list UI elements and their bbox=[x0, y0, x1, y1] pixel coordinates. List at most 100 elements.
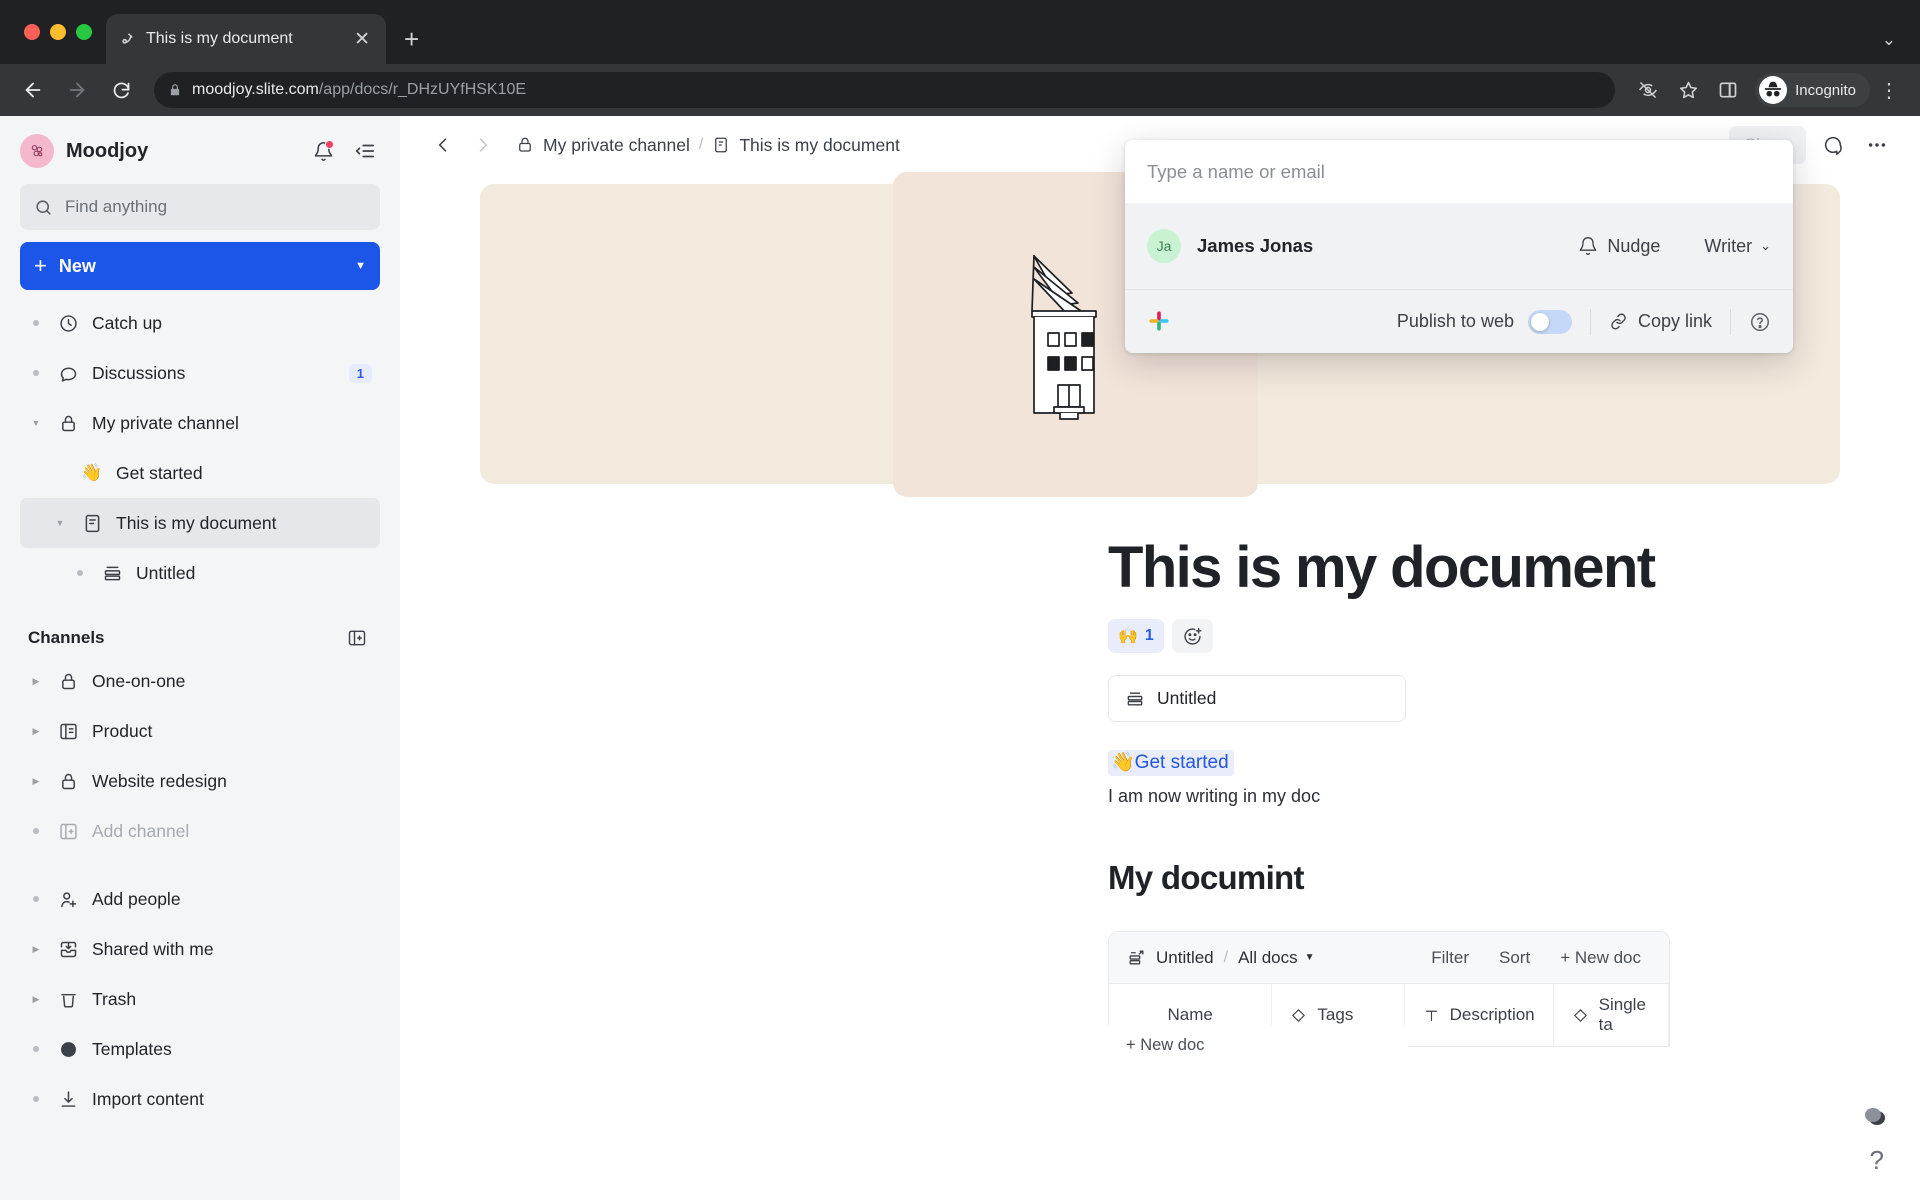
channels-section-title: Channels bbox=[28, 628, 105, 647]
sidebar-item-product[interactable]: ▶ Product bbox=[20, 706, 380, 756]
publish-to-web-toggle[interactable] bbox=[1527, 309, 1572, 334]
bullet-dot bbox=[28, 1096, 44, 1102]
page-title[interactable]: This is my document bbox=[1108, 534, 1920, 601]
sidebar-item-get-started[interactable]: 👋 Get started bbox=[20, 448, 380, 498]
role-dropdown[interactable]: Writer ⌄ bbox=[1704, 236, 1771, 257]
twisty-expanded-icon[interactable]: ▼ bbox=[28, 418, 44, 428]
new-tab-button[interactable]: + bbox=[404, 26, 419, 52]
sidebar-nav-list: Catch up Discussions 1 ▼ My private channel 👋… bbox=[20, 298, 380, 598]
download-icon bbox=[56, 1089, 80, 1110]
lock-icon bbox=[168, 83, 182, 97]
embedded-collection-chip[interactable]: Untitled bbox=[1108, 675, 1406, 722]
address-bar[interactable]: moodjoy.slite.com/app/docs/r_DHzUYfHSK10… bbox=[154, 72, 1616, 108]
collection-open-icon[interactable] bbox=[1127, 948, 1146, 967]
new-doc-button[interactable]: + New doc bbox=[1550, 948, 1651, 968]
collection-view-selector[interactable]: All docs ▼ bbox=[1238, 948, 1314, 968]
lock-icon bbox=[56, 771, 80, 792]
sidebar-item-import-content[interactable]: Import content bbox=[20, 1074, 380, 1124]
collapse-sidebar-icon[interactable] bbox=[350, 136, 380, 166]
eye-slash-icon[interactable] bbox=[1629, 71, 1667, 109]
nudge-button[interactable]: Nudge bbox=[1578, 236, 1660, 257]
search-icon bbox=[34, 198, 53, 217]
sidebar-item-discussions[interactable]: Discussions 1 bbox=[20, 348, 380, 398]
document-body: This is my document 🙌 1 Untitled 👋Get st… bbox=[400, 534, 1920, 1087]
twisty-collapsed-icon[interactable]: ▶ bbox=[28, 676, 44, 687]
kebab-menu-icon[interactable]: ⋮ bbox=[1872, 78, 1906, 103]
sort-button[interactable]: Sort bbox=[1489, 948, 1540, 968]
sidebar-item-label: Discussions bbox=[92, 362, 186, 383]
twisty-collapsed-icon[interactable]: ▶ bbox=[28, 944, 44, 955]
copy-link-button[interactable]: Copy link bbox=[1609, 311, 1712, 332]
sidebar-item-catch-up[interactable]: Catch up bbox=[20, 298, 380, 348]
reload-icon[interactable] bbox=[102, 71, 140, 109]
browser-tab[interactable]: This is my document ✕ bbox=[106, 14, 386, 64]
workspace-header: Moodjoy bbox=[20, 116, 380, 178]
sidebar-item-my-private-channel[interactable]: ▼ My private channel bbox=[20, 398, 380, 448]
sidebar-item-website-redesign[interactable]: ▶ Website redesign bbox=[20, 756, 380, 806]
sidebar-item-one-on-one[interactable]: ▶ One-on-one bbox=[20, 656, 380, 706]
browser-tab-title: This is my document bbox=[146, 30, 293, 47]
sidebar-item-label: Website redesign bbox=[92, 770, 227, 791]
reactions-bar: 🙌 1 bbox=[1108, 619, 1920, 653]
column-label: Name bbox=[1167, 1005, 1213, 1024]
arrow-left-icon[interactable] bbox=[14, 71, 52, 109]
sidebar-item-this-is-my-document[interactable]: ▼ This is my document bbox=[20, 498, 380, 548]
more-horizontal-icon[interactable] bbox=[1860, 128, 1894, 162]
sidebar-item-templates[interactable]: Templates bbox=[20, 1024, 380, 1074]
slack-icon[interactable] bbox=[1147, 309, 1173, 335]
internal-doc-link[interactable]: 👋Get started bbox=[1108, 750, 1234, 776]
building-sketch-illustration bbox=[1010, 247, 1140, 422]
sidebar-item-label: This is my document bbox=[116, 512, 277, 533]
twisty-collapsed-icon[interactable]: ▶ bbox=[28, 994, 44, 1005]
twisty-expanded-icon[interactable]: ▼ bbox=[52, 518, 68, 528]
comment-icon[interactable] bbox=[1816, 128, 1850, 162]
sidebar-item-add-people[interactable]: Add people bbox=[20, 874, 380, 924]
close-icon[interactable]: ✕ bbox=[350, 28, 374, 51]
minimize-window-button[interactable] bbox=[50, 24, 66, 40]
reaction-chip[interactable]: 🙌 1 bbox=[1108, 619, 1164, 653]
side-panel-icon[interactable] bbox=[1709, 71, 1747, 109]
unread-badge: 1 bbox=[348, 363, 372, 383]
document-heading-2[interactable]: My documint bbox=[1108, 859, 1920, 897]
collection-name[interactable]: Untitled bbox=[1156, 948, 1214, 968]
profile-incognito-button[interactable]: Incognito bbox=[1755, 73, 1870, 107]
workspace-name: Moodjoy bbox=[66, 139, 149, 162]
sidebar-item-trash[interactable]: ▶ Trash bbox=[20, 974, 380, 1024]
bell-icon[interactable] bbox=[308, 136, 338, 166]
feedback-bubble-icon[interactable] bbox=[1862, 1106, 1888, 1128]
breadcrumb-separator: / bbox=[698, 136, 704, 153]
moodjoy-logo[interactable] bbox=[20, 134, 54, 168]
twisty-collapsed-icon[interactable]: ▶ bbox=[28, 776, 44, 787]
document-paragraph[interactable]: I am now writing in my doc bbox=[1108, 786, 1920, 807]
toolbar-right-icons: Incognito ⋮ bbox=[1629, 71, 1906, 109]
sidebar-item-untitled[interactable]: Untitled bbox=[20, 548, 380, 598]
twisty-collapsed-icon[interactable]: ▶ bbox=[28, 726, 44, 737]
breadcrumb-document-label: This is my document bbox=[739, 134, 900, 155]
embedded-collection-label: Untitled bbox=[1157, 688, 1217, 708]
close-window-button[interactable] bbox=[24, 24, 40, 40]
browser-tabstrip: This is my document ✕ + ⌄ bbox=[0, 0, 1920, 64]
breadcrumb-item-channel[interactable]: My private channel bbox=[516, 135, 690, 156]
chevron-left-icon[interactable] bbox=[426, 128, 460, 162]
add-reaction-icon[interactable] bbox=[1171, 619, 1213, 653]
column-header-single-tag[interactable]: Single ta bbox=[1554, 984, 1669, 1046]
profile-label: Incognito bbox=[1795, 81, 1856, 99]
help-button[interactable]: ? bbox=[1870, 1145, 1884, 1176]
help-circle-icon[interactable] bbox=[1749, 311, 1771, 333]
sidebar-item-label: Shared with me bbox=[92, 938, 214, 959]
column-header-description[interactable]: Description bbox=[1405, 984, 1554, 1046]
maximize-window-button[interactable] bbox=[76, 24, 92, 40]
filter-button[interactable]: Filter bbox=[1421, 948, 1479, 968]
toggle-knob bbox=[1530, 312, 1549, 331]
add-channel-icon[interactable] bbox=[342, 623, 372, 653]
chevron-down-icon[interactable]: ▼ bbox=[355, 260, 366, 272]
sidebar-item-shared-with-me[interactable]: ▶ Shared with me bbox=[20, 924, 380, 974]
search-input[interactable]: Find anything bbox=[20, 184, 380, 230]
collection-new-doc-row[interactable]: + New doc bbox=[1108, 1025, 1408, 1065]
chevron-down-icon[interactable]: ⌄ bbox=[1882, 30, 1920, 64]
share-name-email-input[interactable]: Type a name or email bbox=[1125, 140, 1793, 203]
new-button[interactable]: + New ▼ bbox=[20, 242, 380, 290]
star-icon[interactable] bbox=[1669, 71, 1707, 109]
sidebar-item-add-channel[interactable]: Add channel bbox=[20, 806, 380, 856]
breadcrumb-item-document[interactable]: This is my document bbox=[712, 134, 900, 156]
